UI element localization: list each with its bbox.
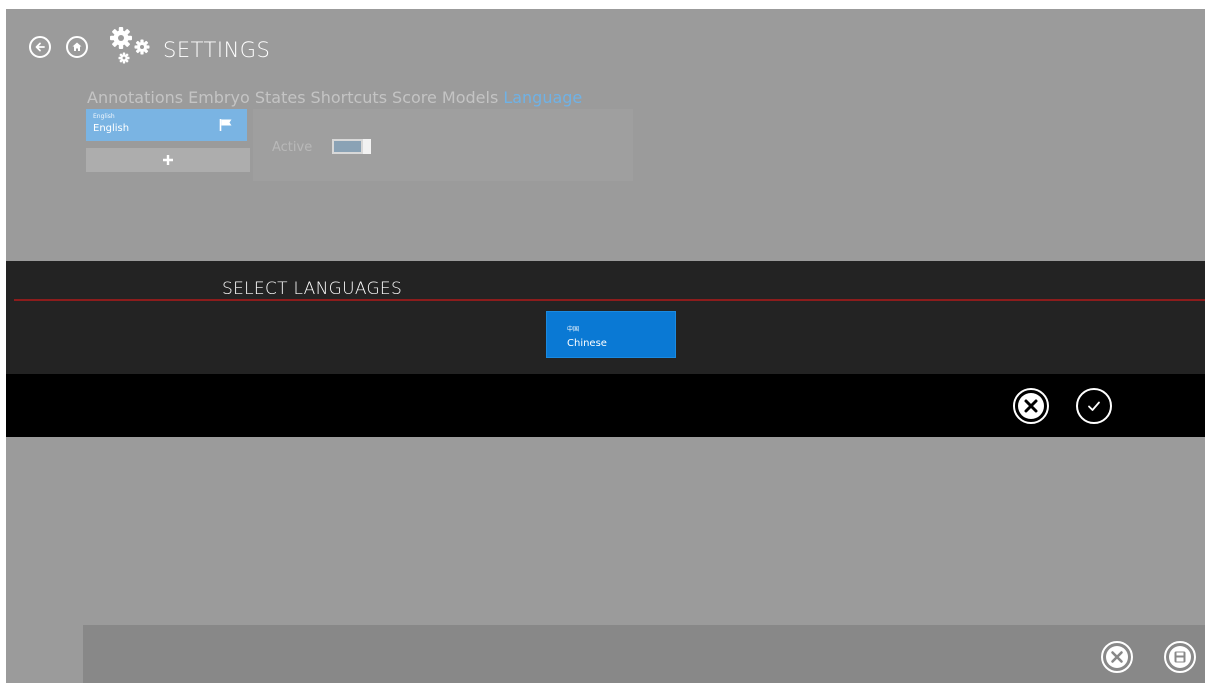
close-icon [1018, 393, 1044, 419]
settings-footer-bar [83, 625, 1205, 683]
back-button[interactable] [29, 36, 51, 58]
dialog-confirm-button[interactable] [1076, 388, 1112, 424]
language-item-english[interactable]: English English [86, 109, 247, 141]
arrow-left-icon [35, 42, 45, 52]
dialog-cancel-button[interactable] [1013, 388, 1049, 424]
flag-icon [219, 119, 232, 131]
plus-icon [163, 155, 173, 165]
dialog-title: SELECT LANGUAGES [222, 279, 403, 299]
home-button[interactable] [66, 36, 88, 58]
tab-shortcuts[interactable]: Shortcuts [311, 88, 387, 107]
active-toggle[interactable] [332, 139, 371, 154]
footer-cancel-button[interactable] [1101, 641, 1133, 673]
language-name: English [93, 123, 130, 134]
toggle-fill [334, 141, 361, 152]
tab-score-models[interactable]: Score Models [392, 88, 498, 107]
toggle-knob [363, 139, 371, 154]
language-option-native-name: 中国 [567, 326, 580, 333]
tab-annotations[interactable]: Annotations [87, 88, 183, 107]
select-languages-dialog: SELECT LANGUAGES 中国 Chinese [6, 261, 1205, 374]
tab-language[interactable]: Language [503, 88, 582, 107]
language-option-chinese[interactable]: 中国 Chinese [546, 311, 676, 358]
check-icon [1088, 401, 1100, 411]
settings-tabs: Annotations Embryo States Shortcuts Scor… [87, 88, 582, 107]
settings-screen: SETTINGS Annotations Embryo States Short… [6, 9, 1205, 683]
add-language-button[interactable] [86, 148, 250, 172]
dialog-divider [14, 299, 1205, 301]
language-option-name: Chinese [567, 338, 607, 349]
dialog-action-bar [6, 374, 1205, 437]
page-title: SETTINGS [163, 38, 271, 62]
close-icon [1106, 646, 1128, 668]
gears-icon [110, 27, 150, 64]
footer-save-button[interactable] [1164, 641, 1196, 673]
active-label: Active [272, 140, 313, 155]
language-native-name: English [93, 113, 115, 120]
save-icon [1169, 646, 1191, 668]
tab-embryo-states[interactable]: Embryo States [188, 88, 305, 107]
home-icon [72, 42, 82, 51]
